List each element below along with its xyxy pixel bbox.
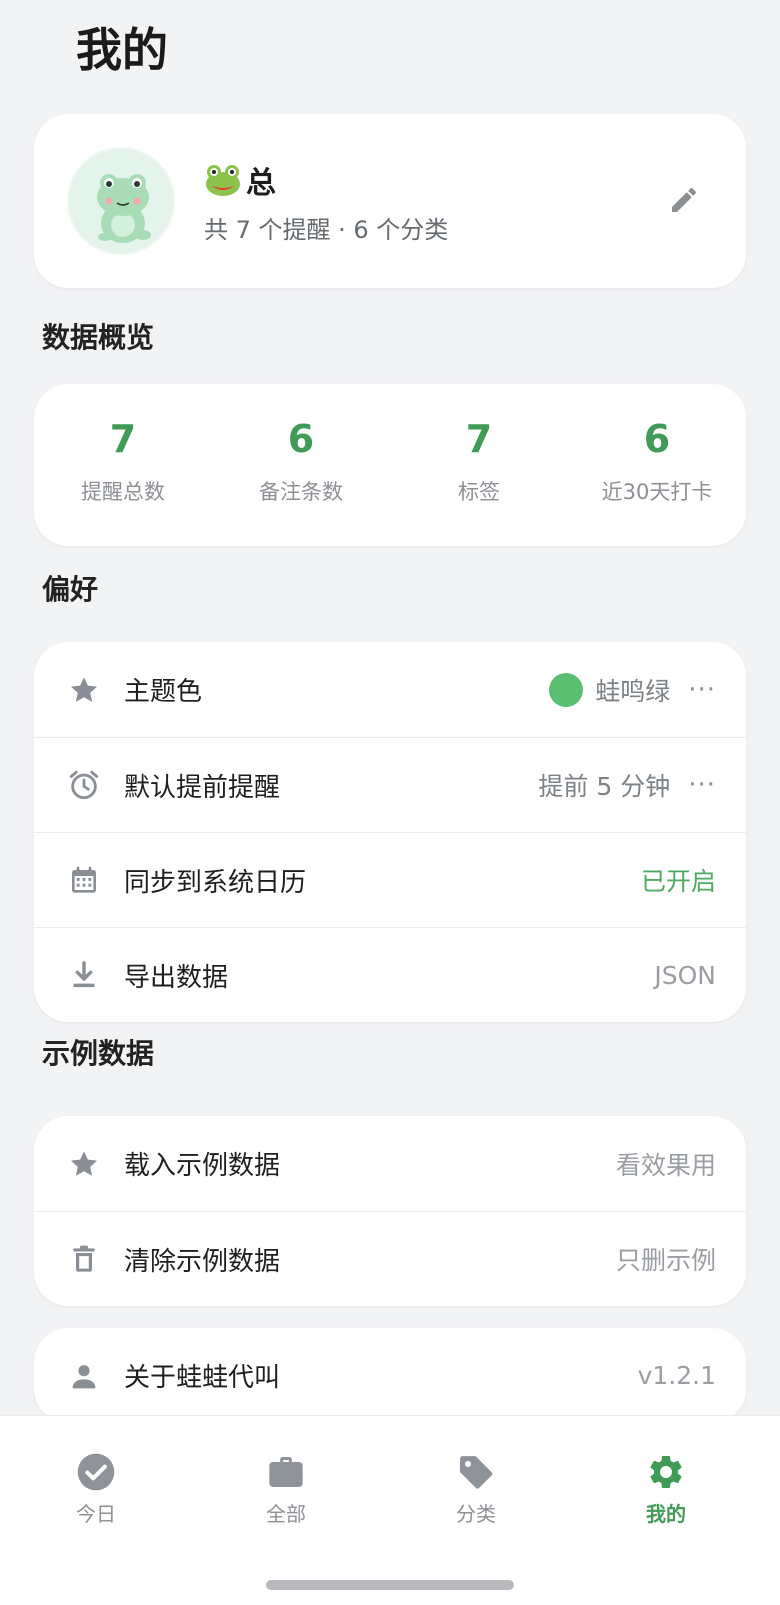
advance-reminder-value: 提前 5 分钟 [538,772,671,801]
profile-name: 总 [204,158,276,202]
tab-label: 全部 [266,1502,306,1526]
stat-checkins-30d: 6 近30天打卡 [568,384,746,546]
alarm-clock-icon [66,767,102,803]
theme-color-swatch [549,672,584,707]
theme-color-name: 蛙鸣绿 [595,676,671,706]
calendar-sync-status: 已开启 [640,867,716,896]
tab-all[interactable]: 全部 [226,1452,346,1527]
stat-reminders-total: 7 提醒总数 [34,384,212,546]
more-options-icon[interactable]: ··· [688,770,716,800]
avatar[interactable] [67,147,175,255]
person-icon [66,1358,102,1394]
calendar-icon [66,862,102,898]
star-icon [66,672,102,708]
pref-default-advance-reminder[interactable]: 默认提前提醒 提前 5 分钟 ··· [34,737,746,832]
row-value: 看效果用 [615,1150,716,1180]
pref-export-data[interactable]: 导出数据 JSON [34,927,746,1022]
export-format: JSON [654,960,716,990]
stat-label: 近30天打卡 [601,480,713,504]
stat-value: 7 [465,417,493,461]
pref-sync-calendar[interactable]: 同步到系统日历 已开启 [34,832,746,927]
tab-categories[interactable]: 分类 [416,1452,536,1527]
clear-demo-data-button[interactable]: 清除示例数据 只删示例 [34,1211,746,1306]
tab-mine[interactable]: 我的 [606,1452,726,1527]
section-title-preferences: 偏好 [42,573,99,606]
pref-theme-color[interactable]: 主题色 蛙鸣绿 ··· [34,642,746,737]
tab-today[interactable]: 今日 [36,1452,156,1527]
tab-label: 我的 [646,1502,686,1526]
edit-profile-button[interactable] [664,180,704,220]
row-value: 提前 5 分钟 ··· [538,767,716,803]
stat-notes-count: 6 备注条数 [212,384,390,546]
profile-summary: 共 7 个提醒 · 6 个分类 [204,216,449,244]
row-value: 蛙鸣绿 ··· [549,672,716,708]
row-value: 只删示例 [615,1246,716,1275]
row-label: 导出数据 [124,962,229,993]
check-circle-icon [77,1453,115,1491]
home-indicator [266,1580,514,1590]
demo-data-card: 载入示例数据 看效果用 清除示例数据 只删示例 [34,1116,746,1306]
preferences-card: 主题色 蛙鸣绿 ··· 默认提前提醒 提前 5 分钟 ··· 同步到系统日历 已… [34,642,746,1022]
profile-name-text: 总 [246,166,276,201]
profile-card[interactable]: 总 共 7 个提醒 · 6 个分类 [34,114,746,288]
bottom-tab-bar: 今日 全部 分类 我的 [0,1415,780,1605]
load-demo-data-button[interactable]: 载入示例数据 看效果用 [34,1116,746,1211]
tab-label: 今日 [76,1502,116,1526]
stat-label: 标签 [458,480,500,504]
row-label: 同步到系统日历 [124,867,307,898]
row-label: 载入示例数据 [124,1151,281,1181]
row-label: 关于蛙蛙代叫 [124,1363,281,1393]
stat-tags: 7 标签 [390,384,568,546]
download-icon [66,957,102,993]
trash-icon [66,1241,102,1277]
row-label: 清除示例数据 [124,1246,281,1277]
section-title-overview: 数据概览 [42,321,155,354]
more-options-icon[interactable]: ··· [688,675,716,705]
row-label: 主题色 [124,677,203,707]
tab-label: 分类 [456,1502,496,1526]
row-label: 默认提前提醒 [124,772,281,803]
stat-value: 7 [109,417,137,461]
section-title-demo: 示例数据 [42,1037,155,1070]
stat-value: 6 [643,417,671,461]
about-card: 关于蛙蛙代叫 v1.2.1 [34,1328,746,1423]
app-version: v1.2.1 [637,1361,716,1390]
stats-card: 7 提醒总数 6 备注条数 7 标签 6 近30天打卡 [34,384,746,546]
stat-label: 提醒总数 [81,480,165,504]
frog-avatar-icon [69,149,173,253]
gear-icon [650,1455,682,1489]
stat-label: 备注条数 [259,480,343,504]
star-icon [66,1146,102,1182]
briefcase-icon [269,1457,303,1487]
stat-value: 6 [287,417,315,461]
about-app-row[interactable]: 关于蛙蛙代叫 v1.2.1 [34,1328,746,1423]
tag-icon [459,1456,493,1489]
pencil-icon [672,187,697,212]
page-title: 我的 [76,23,168,77]
frog-emoji-icon [206,165,240,196]
